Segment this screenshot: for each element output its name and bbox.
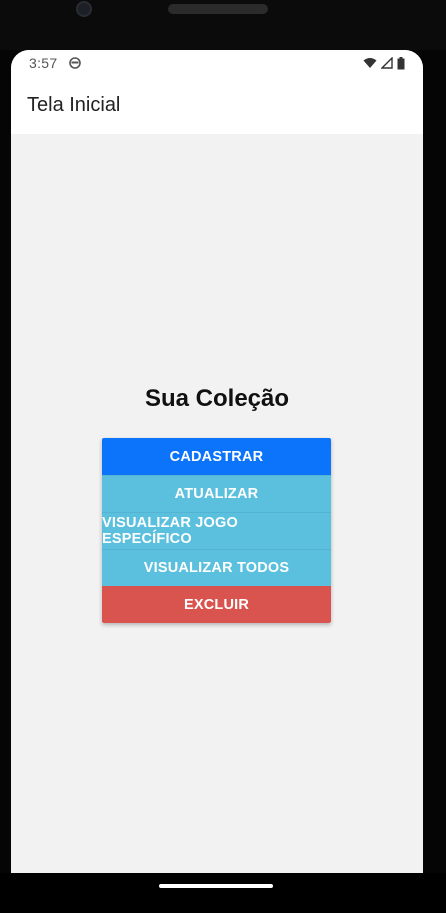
app-bar-title: Tela Inicial (27, 93, 121, 116)
cadastrar-button[interactable]: CADASTRAR (102, 438, 331, 475)
phone-screen: 3:57 Tela Inicial Sua Coleção CADASTRAR … (11, 50, 423, 873)
excluir-button[interactable]: EXCLUIR (102, 586, 331, 623)
battery-icon (397, 56, 405, 69)
front-camera (76, 1, 92, 17)
status-time: 3:57 (29, 55, 58, 71)
notification-face-icon (69, 57, 82, 69)
app-bar: Tela Inicial (11, 76, 423, 134)
visualizar-todos-button[interactable]: VISUALIZAR TODOS (102, 549, 331, 586)
wifi-icon (363, 58, 377, 68)
device-bezel-bottom (0, 873, 446, 913)
status-bar: 3:57 (11, 50, 423, 76)
device-bezel-top (0, 0, 446, 50)
atualizar-button[interactable]: ATUALIZAR (102, 475, 331, 512)
cellular-signal-icon (381, 57, 393, 69)
status-icons (363, 56, 405, 70)
action-button-group: CADASTRAR ATUALIZAR VISUALIZAR JOGO ESPE… (102, 438, 331, 623)
earpiece-speaker (168, 4, 268, 14)
main-content: Sua Coleção CADASTRAR ATUALIZAR VISUALIZ… (11, 134, 423, 873)
visualizar-jogo-especifico-button[interactable]: VISUALIZAR JOGO ESPECÍFICO (102, 512, 331, 549)
home-indicator[interactable] (159, 884, 273, 888)
collection-heading: Sua Coleção (144, 385, 290, 412)
